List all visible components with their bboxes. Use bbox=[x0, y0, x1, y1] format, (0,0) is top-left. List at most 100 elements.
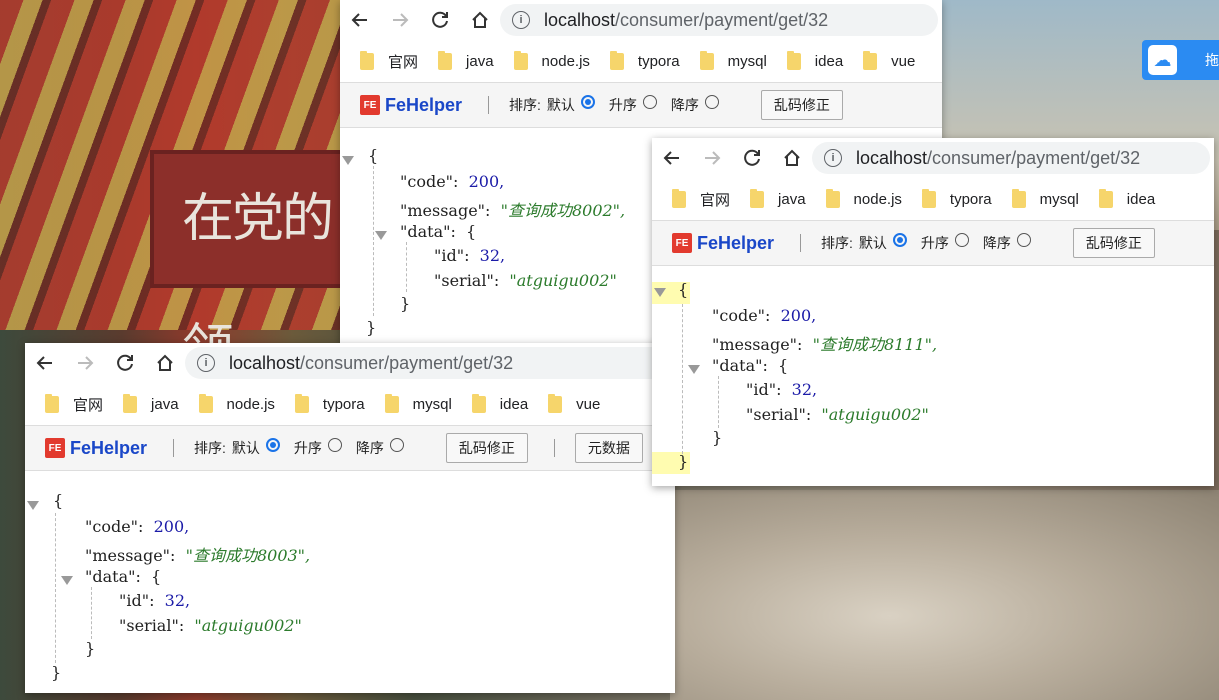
bookmark-item[interactable]: node.js bbox=[513, 50, 590, 70]
bookmark-label: 官网 bbox=[73, 396, 104, 414]
bookmark-item[interactable]: typora bbox=[294, 393, 365, 413]
json-number: 32, bbox=[164, 591, 191, 610]
reload-button[interactable] bbox=[420, 0, 460, 40]
fix-encoding-button[interactable]: 乱码修正 bbox=[760, 90, 843, 120]
folder-icon bbox=[360, 50, 374, 70]
bookmarks-bar: 官网 java node.js typora mysql idea bbox=[652, 178, 1214, 220]
sort-asc-label: 升序 bbox=[608, 97, 637, 113]
fix-encoding-button[interactable]: 乱码修正 bbox=[1072, 228, 1155, 258]
sort-default-radio[interactable] bbox=[265, 438, 280, 452]
bookmark-item[interactable]: node.js bbox=[198, 393, 275, 413]
bookmark-label: mysql bbox=[1039, 190, 1079, 208]
home-icon bbox=[157, 354, 173, 371]
bookmark-item[interactable]: mysql bbox=[699, 50, 767, 70]
bookmark-item[interactable]: idea bbox=[786, 50, 844, 70]
collapse-triangle-icon[interactable] bbox=[654, 288, 666, 297]
bookmark-item[interactable]: typora bbox=[921, 188, 992, 208]
divider bbox=[488, 96, 490, 114]
bookmark-label: idea bbox=[814, 52, 844, 70]
json-string: "查询成功8003", bbox=[185, 546, 311, 565]
sort-default-label: 默认 bbox=[231, 440, 260, 456]
guide-line bbox=[55, 513, 56, 663]
folder-icon bbox=[384, 393, 399, 413]
bookmark-item[interactable]: mysql bbox=[1011, 188, 1079, 208]
sort-asc-radio[interactable] bbox=[954, 233, 969, 247]
info-icon[interactable]: i bbox=[512, 11, 530, 29]
sort-label: 排序: bbox=[509, 97, 541, 113]
json-data-line: "data": { bbox=[712, 356, 788, 375]
folder-icon bbox=[471, 393, 486, 413]
bookmark-item[interactable]: idea bbox=[1098, 188, 1155, 208]
bookmark-item[interactable]: vue bbox=[548, 393, 600, 413]
arrow-right-icon bbox=[705, 151, 721, 165]
json-id-line: "id": 32, bbox=[434, 246, 505, 265]
collapse-triangle-icon[interactable] bbox=[375, 231, 387, 240]
json-key: "data": bbox=[400, 222, 456, 241]
json-open: { bbox=[678, 280, 689, 299]
json-string: "atguigu002" bbox=[821, 405, 929, 424]
sort-desc-radio[interactable] bbox=[1016, 233, 1031, 247]
bookmark-item[interactable]: 官网 bbox=[672, 188, 730, 210]
sort-default-radio[interactable] bbox=[892, 233, 907, 247]
bookmark-item[interactable]: mysql bbox=[384, 393, 452, 413]
bookmark-label: 官网 bbox=[388, 53, 419, 71]
sort-asc-label: 升序 bbox=[293, 440, 322, 456]
json-message-line: "message": "查询成功8111", bbox=[712, 331, 937, 355]
sort-asc-radio[interactable] bbox=[642, 95, 657, 109]
json-id-line: "id": 32, bbox=[746, 380, 817, 399]
json-number: 200, bbox=[780, 306, 817, 325]
reload-button[interactable] bbox=[732, 138, 772, 178]
json-key: "code": bbox=[712, 306, 771, 325]
baidu-widget-label: 拖 bbox=[1205, 52, 1219, 68]
address-bar[interactable]: i localhost/consumer/payment/get/32 bbox=[185, 347, 671, 379]
sort-desc-radio[interactable] bbox=[389, 438, 404, 452]
info-icon[interactable]: i bbox=[197, 354, 215, 372]
folder-icon bbox=[699, 50, 714, 70]
collapse-triangle-icon[interactable] bbox=[61, 576, 73, 585]
json-key: "message": bbox=[85, 546, 176, 565]
home-button[interactable] bbox=[460, 0, 500, 40]
back-button[interactable] bbox=[340, 0, 380, 40]
metadata-button[interactable]: 元数据 bbox=[574, 433, 643, 463]
bookmark-label: node.js bbox=[853, 190, 902, 208]
collapse-triangle-icon[interactable] bbox=[342, 156, 354, 165]
bookmark-item[interactable]: java bbox=[750, 188, 806, 208]
home-button[interactable] bbox=[772, 138, 812, 178]
info-icon[interactable]: i bbox=[824, 149, 842, 167]
json-serial-line: "serial": "atguigu002" bbox=[746, 405, 929, 424]
forward-button[interactable] bbox=[65, 343, 105, 383]
guide-line bbox=[91, 587, 92, 639]
bookmark-item[interactable]: typora bbox=[609, 50, 680, 70]
bookmark-item[interactable]: node.js bbox=[825, 188, 902, 208]
json-close: } bbox=[366, 318, 377, 337]
bookmark-item[interactable]: 官网 bbox=[360, 50, 419, 72]
address-bar[interactable]: i localhost/consumer/payment/get/32 bbox=[500, 4, 938, 36]
address-bar[interactable]: i localhost/consumer/payment/get/32 bbox=[812, 142, 1210, 174]
baidu-netdisk-widget[interactable]: ☁ 拖 bbox=[1142, 40, 1219, 80]
back-button[interactable] bbox=[25, 343, 65, 383]
json-key: "code": bbox=[400, 172, 459, 191]
nav-bar: i localhost/consumer/payment/get/32 bbox=[25, 343, 675, 383]
bookmark-item[interactable]: 官网 bbox=[45, 393, 104, 415]
reload-button[interactable] bbox=[105, 343, 145, 383]
bookmark-item[interactable]: java bbox=[123, 393, 179, 413]
bookmark-item[interactable]: vue bbox=[863, 50, 915, 70]
fix-encoding-button[interactable]: 乱码修正 bbox=[445, 433, 528, 463]
bookmark-item[interactable]: idea bbox=[471, 393, 528, 413]
collapse-triangle-icon[interactable] bbox=[27, 501, 39, 510]
sort-desc-radio[interactable] bbox=[704, 95, 719, 109]
home-button[interactable] bbox=[145, 343, 185, 383]
bookmark-item[interactable]: java bbox=[438, 50, 494, 70]
forward-button[interactable] bbox=[692, 138, 732, 178]
divider bbox=[800, 234, 802, 252]
collapse-triangle-icon[interactable] bbox=[688, 365, 700, 374]
bookmark-label: node.js bbox=[541, 52, 590, 70]
bookmark-label: typora bbox=[322, 395, 365, 413]
home-icon bbox=[784, 149, 800, 166]
forward-button[interactable] bbox=[380, 0, 420, 40]
sort-default-radio[interactable] bbox=[580, 95, 595, 109]
reload-icon bbox=[744, 149, 760, 166]
back-button[interactable] bbox=[652, 138, 692, 178]
sort-asc-radio[interactable] bbox=[327, 438, 342, 452]
folder-icon bbox=[609, 50, 624, 70]
